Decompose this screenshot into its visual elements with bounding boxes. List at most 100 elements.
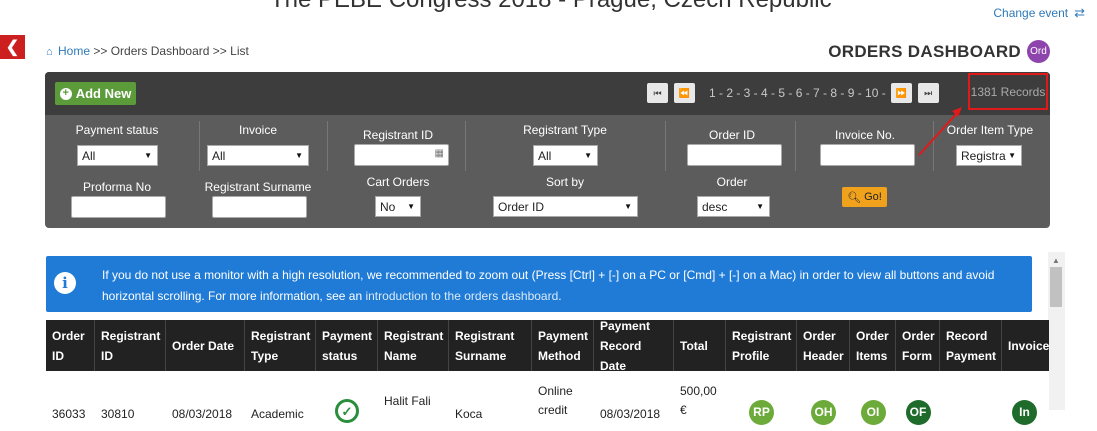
breadcrumb: ⌂ Home >> Orders Dashboard >> List — [46, 44, 249, 58]
cell-order-items: OI — [850, 371, 896, 431]
registrant-id-input[interactable]: ▦ — [354, 144, 449, 166]
swap-arrows-icon: ⇄ — [1074, 5, 1085, 20]
search-icon: 🔍︎ — [847, 191, 862, 204]
col-order-form: Order Form — [896, 320, 940, 371]
fast-forward-icon: ⏩ — [895, 87, 907, 98]
go-label: Go! — [864, 191, 882, 203]
breadcrumb-home[interactable]: Home — [58, 44, 90, 58]
next-page-button[interactable]: ⏩ — [890, 83, 912, 103]
scroll-up-icon: ▲ — [1052, 256, 1060, 265]
sort-by-select[interactable]: Order ID ▼ — [493, 196, 638, 217]
dropdown-arrow-icon: ▼ — [295, 151, 303, 160]
col-total[interactable]: Total — [674, 320, 726, 371]
col-order-items: Order Items — [850, 320, 896, 371]
chevron-left-icon: ❮ — [5, 39, 20, 56]
scrollbar[interactable]: ▲ — [1048, 252, 1065, 410]
cell-registrant-profile: RP — [726, 371, 797, 431]
order-items-button[interactable]: OI — [860, 399, 886, 425]
info-end: . — [558, 289, 562, 303]
cell-payment-method: Online credit — [538, 384, 573, 417]
dropdown-arrow-icon: ▼ — [407, 202, 415, 211]
first-page-icon: ⏮ — [653, 87, 662, 98]
registrant-profile-button[interactable]: RP — [749, 399, 774, 425]
panel-header: + Add New ⏮ ⏪ 1 - 2 - 3 - 4 - 5 - 6 - 7 … — [45, 72, 1050, 115]
payment-status-select[interactable]: All ▼ — [77, 145, 158, 166]
go-button[interactable]: 🔍︎ Go! — [842, 187, 887, 207]
col-registrant-type[interactable]: Registrant Type — [245, 320, 316, 371]
proforma-no-input[interactable] — [71, 196, 166, 218]
info-text: If you do not use a monitor with a high … — [102, 265, 1027, 307]
col-order-header: Order Header — [797, 320, 850, 371]
col-order-date[interactable]: Order Date — [166, 320, 245, 371]
cell-order-form: OF — [896, 371, 940, 431]
order-form-button[interactable]: OF — [905, 399, 931, 425]
annotation-arrow — [918, 107, 962, 156]
breadcrumb-dashboard: Orders Dashboard — [110, 44, 210, 58]
col-registrant-profile: Registrant Profile — [726, 320, 797, 371]
breadcrumb-separator: >> — [93, 44, 108, 58]
order-value: desc — [702, 199, 728, 214]
col-payment-status[interactable]: Payment status — [316, 320, 378, 371]
registrant-type-select[interactable]: All ▼ — [533, 145, 598, 166]
page-numbers[interactable]: 1 - 2 - 3 - 4 - 5 - 6 - 7 - 8 - 9 - 10 - — [709, 86, 886, 100]
breadcrumb-list: List — [230, 44, 249, 58]
rewind-icon: ⏪ — [678, 87, 691, 98]
cell-registrant-surname: Koca — [455, 406, 483, 421]
scrollbar-thumb[interactable] — [1050, 267, 1062, 307]
change-event-label: Change event — [993, 6, 1069, 20]
sort-by-label: Sort by — [545, 175, 584, 189]
first-page-button[interactable]: ⏮ — [647, 83, 668, 103]
prev-page-button[interactable]: ⏪ — [674, 83, 695, 103]
orders-table: Order ID Registrant ID Order Date Regist… — [46, 319, 1049, 431]
keyboard-icon: ▦ — [434, 148, 444, 159]
add-new-button[interactable]: + Add New — [55, 82, 136, 105]
change-event-link[interactable]: Change event ⇄ — [993, 5, 1085, 21]
dropdown-arrow-icon: ▼ — [584, 151, 592, 160]
col-registrant-surname[interactable]: Registrant Surname — [449, 320, 532, 371]
invoice-select[interactable]: All ▼ — [207, 145, 309, 166]
cell-record-payment — [940, 371, 1002, 431]
dropdown-arrow-icon: ▼ — [144, 151, 152, 160]
registrant-type-label: Registrant Type — [523, 123, 607, 137]
dropdown-arrow-icon: ▼ — [756, 202, 764, 211]
cell-total: 500,00 € — [680, 384, 717, 417]
cell-payment-status: ✓ — [316, 371, 378, 431]
payment-status-value: All — [82, 148, 96, 163]
col-registrant-id[interactable]: Registrant ID — [95, 320, 166, 371]
invoice-value: All — [212, 148, 226, 163]
orders-dashboard-intro-link[interactable]: introduction to the orders dashboard — [365, 289, 558, 303]
back-button[interactable]: ❮ — [0, 35, 25, 59]
registrant-type-value: All — [538, 148, 552, 163]
add-new-label: Add New — [75, 86, 132, 101]
col-payment-record-date[interactable]: Payment Record Date — [594, 319, 674, 373]
col-record-payment: Record Payment — [940, 320, 1002, 371]
page-heading: ORDERS DASHBOARD Ord — [828, 40, 1050, 63]
invoice-button[interactable]: In — [1012, 399, 1037, 425]
cell-order-date: 08/03/2018 — [172, 406, 233, 421]
registrant-surname-input[interactable] — [212, 196, 307, 218]
order-id-input[interactable] — [687, 144, 782, 166]
info-banner: i If you do not use a monitor with a hig… — [46, 256, 1032, 312]
col-order-id[interactable]: Order ID — [46, 320, 95, 371]
page-title: ORDERS DASHBOARD — [828, 41, 1021, 61]
sort-by-value: Order ID — [498, 199, 545, 214]
order-select[interactable]: desc ▼ — [697, 196, 770, 217]
order-id-label: Order ID — [708, 128, 755, 142]
col-registrant-name[interactable]: Registrant Name — [378, 320, 449, 371]
registrant-id-label: Registrant ID — [362, 128, 434, 142]
last-page-icon: ⏭ — [924, 87, 933, 98]
proforma-no-label: Proforma No — [82, 180, 152, 194]
invoice-no-input[interactable] — [820, 144, 915, 166]
cell-registrant-id: 30810 — [101, 406, 135, 421]
order-header-button[interactable]: OH — [811, 399, 836, 425]
page-badge: Ord — [1027, 40, 1050, 63]
col-payment-method[interactable]: Payment Method — [532, 320, 594, 371]
cart-orders-value: No — [380, 199, 396, 214]
table-header: Order ID Registrant ID Order Date Regist… — [46, 319, 1049, 373]
plus-icon: + — [59, 87, 72, 100]
dropdown-arrow-icon: ▼ — [1008, 151, 1016, 160]
cell-order-header: OH — [797, 371, 850, 431]
cart-orders-select[interactable]: No ▼ — [375, 196, 421, 217]
registrant-surname-label: Registrant Surname — [204, 180, 312, 194]
order-label: Order — [716, 175, 748, 189]
